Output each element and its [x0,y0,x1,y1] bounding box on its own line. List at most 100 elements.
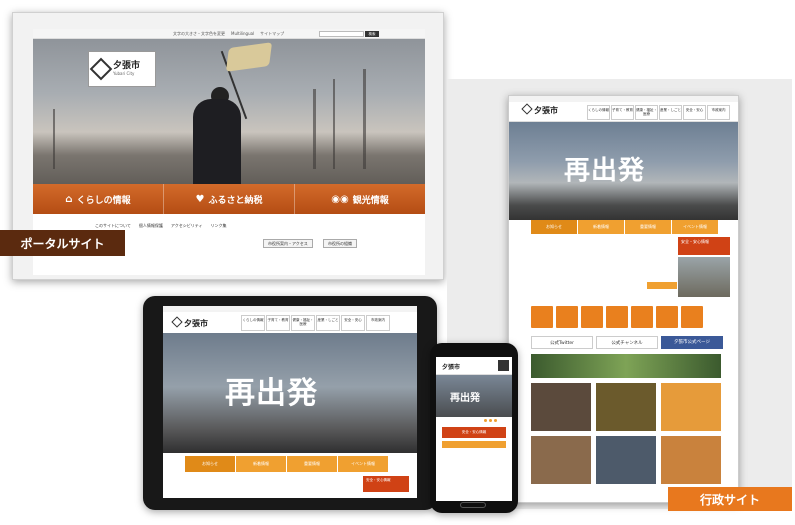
photo-tile[interactable] [596,436,656,484]
tab-news[interactable]: お知らせ [531,220,577,234]
more-button[interactable] [647,282,677,289]
home-button[interactable] [460,502,486,508]
admin-site-screen: 夕張市 くらしの情報 子育て・教育 健康・福祉・医療 産業・しごと 安全・安心 … [508,95,739,503]
social-links: 公式Twitter 公式チャンネル 夕張市公式ページ [531,336,723,349]
city-emblem-icon [521,103,533,115]
admin-site-label: 行政サイト [668,487,792,511]
youtube-button[interactable]: 公式チャンネル [596,336,658,349]
portal-top-links: 文字の大きさ・文字色を変更 Multilingual サイトマップ [173,31,284,37]
menu-item[interactable]: くらしの情報 [241,315,265,331]
tablet-hero-title: 再出発 [225,376,318,411]
person-silhouette [193,99,241,194]
menu-item[interactable]: 子育て・教育 [611,105,634,120]
tablet-logo[interactable]: 夕張市 [171,316,208,329]
nav-item-label: くらしの情報 [76,195,131,206]
tab-important[interactable]: 重要情報 [287,456,337,472]
tablet-screen: 夕張市 くらしの情報 子育て・教育 健康・福祉・医療 産業・しごと 安全・安心 … [163,306,417,498]
twitter-button[interactable]: 公式Twitter [531,336,593,349]
nav-item-living[interactable]: ⌂ くらしの情報 [33,184,164,214]
tablet-logo-name: 夕張市 [184,319,208,328]
menu-item[interactable]: 子育て・教育 [266,315,290,331]
access-button[interactable]: 市役所案内・アクセス [263,239,313,248]
phone-frame: 夕張市 再出発 安全・安心情報 [430,343,518,513]
photo-grid [531,383,721,484]
phone-hero-title: 再出発 [450,393,480,404]
tablet-top-bar [163,306,417,312]
carousel-dots[interactable] [484,419,497,422]
portal-top-link[interactable]: サイトマップ [260,31,284,37]
category-icon[interactable] [681,306,703,328]
category-icon[interactable] [606,306,628,328]
nav-item-label: ふるさと納税 [208,195,263,206]
organization-button[interactable]: 市役所の組織 [323,239,357,248]
category-icon[interactable] [556,306,578,328]
photo-tile[interactable] [661,383,721,431]
nav-item-label: 観光情報 [352,195,389,206]
menu-item[interactable]: くらしの情報 [587,105,610,120]
menu-item[interactable]: 安全・安心 [341,315,365,331]
vegetable-banner[interactable] [531,354,721,378]
home-icon: ⌂ [65,193,73,205]
admin-logo[interactable]: 夕張市 [521,103,558,116]
city-emblem-icon [171,316,183,328]
phone-screen: 夕張市 再出発 安全・安心情報 [436,357,512,501]
footer-link[interactable]: 個人情報保護 [139,223,163,229]
nav-item-tourism[interactable]: ◉◉ 観光情報 [295,184,425,214]
phone-news-tab[interactable] [442,441,506,448]
portal-search-button[interactable]: 検索 [365,31,379,37]
nav-item-furusato[interactable]: ♥ ふるさと納税 [164,184,295,214]
menu-item[interactable]: 安全・安心 [683,105,706,120]
portal-top-link[interactable]: 文字の大きさ・文字色を変更 [173,31,225,37]
category-icon[interactable] [531,306,553,328]
tab-important[interactable]: 重要情報 [625,220,671,234]
binoculars-icon: ◉◉ [331,193,349,205]
portal-main-nav: ⌂ くらしの情報 ♥ ふるさと納税 ◉◉ 観光情報 [33,184,425,214]
tab-new[interactable]: 新着情報 [578,220,624,234]
admin-hero-image: 再出発 [509,122,738,220]
portal-logo-name: 夕張市 [113,61,141,71]
portal-logo-sub: Yubari City [113,71,135,76]
portal-search-input[interactable] [319,31,364,37]
facebook-button[interactable]: 夕張市公式ページ [661,336,723,349]
safety-info-button[interactable]: 安全・安心情報 [363,476,409,492]
tablet-frame: 夕張市 くらしの情報 子育て・教育 健康・福祉・医療 産業・しごと 安全・安心 … [143,296,437,510]
tablet-news-tabs: お知らせ 新着情報 重要情報 イベント情報 [185,456,388,472]
composite-canvas: 文字の大きさ・文字色を変更 Multilingual サイトマップ 検索 夕張市… [0,0,795,525]
photo-tile[interactable] [531,383,591,431]
footer-link[interactable]: アクセシビリティ [171,223,203,229]
menu-item[interactable]: 健康・福祉・医療 [291,315,315,331]
flag [225,42,273,72]
admin-global-menu: くらしの情報 子育て・教育 健康・福祉・医療 産業・しごと 安全・安心 市政案内 [587,105,730,120]
tab-events[interactable]: イベント情報 [672,220,718,234]
menu-item[interactable]: 市政案内 [707,105,730,120]
menu-item[interactable]: 産業・しごと [316,315,340,331]
menu-item[interactable]: 健康・福祉・医療 [635,105,658,120]
side-photo[interactable] [678,257,730,297]
menu-item[interactable]: 市政案内 [366,315,390,331]
city-emblem-icon [89,57,113,81]
category-icon[interactable] [581,306,603,328]
phone-logo[interactable]: 夕張市 [442,362,460,371]
photo-tile[interactable] [596,383,656,431]
phone-hero-image: 再出発 [436,375,512,417]
photo-tile[interactable] [531,436,591,484]
safety-info-button[interactable]: 安全・安心情報 [678,237,730,255]
category-icon[interactable] [631,306,653,328]
tab-new[interactable]: 新着情報 [236,456,286,472]
tab-events[interactable]: イベント情報 [338,456,388,472]
photo-tile[interactable] [661,436,721,484]
category-icon[interactable] [656,306,678,328]
footer-link[interactable]: このサイトについて [95,223,131,229]
portal-footer-links: このサイトについて 個人情報保護 アクセシビリティ リンク集 [95,223,226,229]
category-icon-grid [531,306,703,328]
admin-logo-name: 夕張市 [534,106,558,115]
safety-info-button[interactable]: 安全・安心情報 [442,427,506,438]
portal-top-link[interactable]: Multilingual [231,31,254,37]
tablet-global-menu: くらしの情報 子育て・教育 健康・福祉・医療 産業・しごと 安全・安心 市政案内 [241,315,390,331]
hamburger-menu-icon[interactable] [498,360,509,371]
portal-logo[interactable]: 夕張市 Yubari City [88,51,156,87]
footer-link[interactable]: リンク集 [210,223,226,229]
heart-icon: ♥ [195,193,205,205]
menu-item[interactable]: 産業・しごと [659,105,682,120]
tab-news[interactable]: お知らせ [185,456,235,472]
